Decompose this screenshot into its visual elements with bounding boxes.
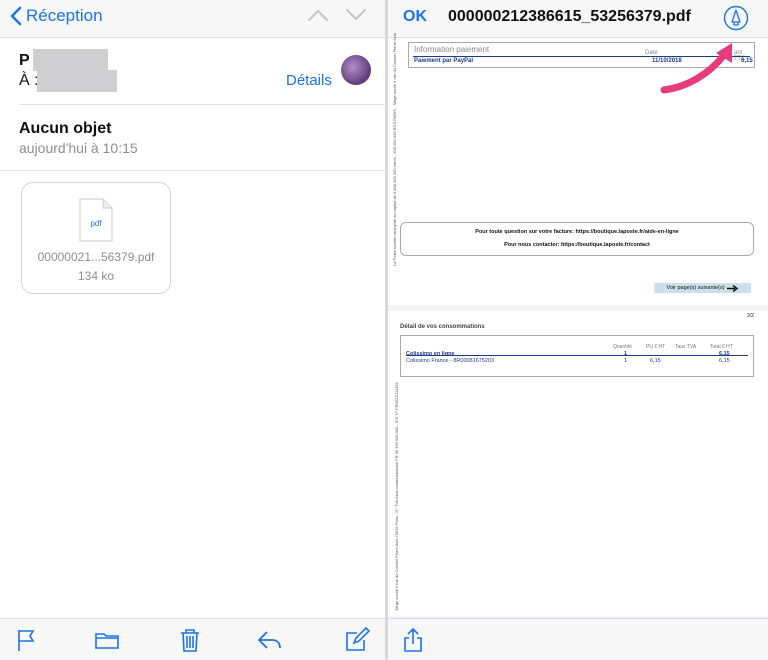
next-page-label: Voir page(s) suivante(s) (666, 285, 725, 291)
back-label: Réception (26, 6, 103, 25)
pdf-viewer: OK 000000212386615_53256379.pdf La Poste… (388, 0, 768, 660)
file-type-label: pdf (90, 219, 102, 228)
row-2-unit: 6,15 (650, 358, 661, 364)
contact-line-2: Pour nous contacter: https://boutique.la… (504, 242, 650, 248)
viewer-header: OK 000000212386615_53256379.pdf (388, 0, 768, 38)
back-button[interactable]: Réception (10, 6, 103, 26)
pdf-file-icon: pdf (79, 198, 113, 242)
payment-header: Information paiement (414, 45, 490, 54)
folder-icon[interactable] (94, 627, 120, 653)
reply-icon[interactable] (256, 627, 282, 653)
compose-icon[interactable] (344, 627, 370, 653)
arrow-right-icon (726, 284, 738, 292)
mail-pane: Réception P À : Détails Aucun objet aujo… (0, 0, 385, 660)
chevron-down-icon[interactable] (345, 8, 367, 22)
flag-icon[interactable] (14, 627, 40, 653)
payment-method: Paiement par PayPal (414, 58, 474, 64)
details-link[interactable]: Détails (286, 72, 332, 89)
document-title: 000000212386615_53256379.pdf (448, 8, 691, 25)
divider (19, 104, 385, 105)
ok-button[interactable]: OK (403, 8, 427, 26)
pdf-page-2[interactable]: 2/2 Siège social 9 rue du Colonel Pierre… (388, 311, 768, 616)
mail-header: Réception (0, 0, 385, 38)
row-2-qty: 1 (624, 358, 628, 364)
recipient-label: À : (19, 72, 39, 89)
share-icon[interactable] (400, 627, 426, 653)
row-1-label: Colissimo en ligne (406, 351, 455, 357)
page-number: 2/2 (747, 313, 754, 319)
col-unit-price: PU € HT (646, 344, 666, 350)
header-rule (406, 355, 748, 356)
row-1-qty: 1 (624, 351, 628, 357)
sender-name: P (19, 52, 30, 69)
row-2-label: Colissimo France - 8R00081675203 (406, 358, 495, 364)
chevron-up-icon[interactable] (307, 8, 329, 22)
contact-box: Pour toute question sur votre facture: h… (400, 222, 754, 256)
viewer-toolbar (388, 618, 768, 660)
row-2-total: 6,15 (719, 358, 730, 364)
recipient-redaction (37, 70, 117, 92)
col-total: Total € HT (710, 344, 733, 350)
consumption-title: Détail de vos consommations (400, 324, 485, 330)
divider (0, 170, 385, 171)
col-vat: Taux TVA (675, 344, 697, 350)
markup-icon[interactable] (723, 5, 749, 31)
attachment-name: 00000021...56379.pdf (37, 250, 155, 264)
contact-line-1: Pour toute question sur votre facture: h… (475, 229, 679, 235)
next-page-link[interactable]: Voir page(s) suivante(s) (654, 283, 751, 293)
row-1-total: 6,15 (719, 351, 730, 357)
consumption-table: Quantité PU € HT Taux TVA Total € HT Col… (400, 335, 754, 377)
pointer-arrow-icon (660, 43, 732, 94)
attachment-card[interactable]: pdf 00000021...56379.pdf 134 ko (21, 182, 171, 294)
trash-icon[interactable] (177, 627, 203, 653)
message-date: aujourd'hui à 10:15 (19, 140, 138, 156)
mail-toolbar (0, 618, 385, 660)
legal-side-text: La Poste société anonyme au capital de 3… (392, 33, 397, 266)
message-nav (307, 8, 367, 22)
col-quantity: Quantité (613, 344, 632, 350)
legal-side-text: Siège social 9 rue du Colonel Pierre Avi… (394, 382, 399, 611)
attachment-size: 134 ko (77, 269, 115, 283)
sender-redaction (33, 49, 108, 71)
avatar[interactable] (341, 55, 371, 85)
chevron-left-icon (10, 6, 22, 26)
message-subject: Aucun objet (19, 120, 112, 137)
